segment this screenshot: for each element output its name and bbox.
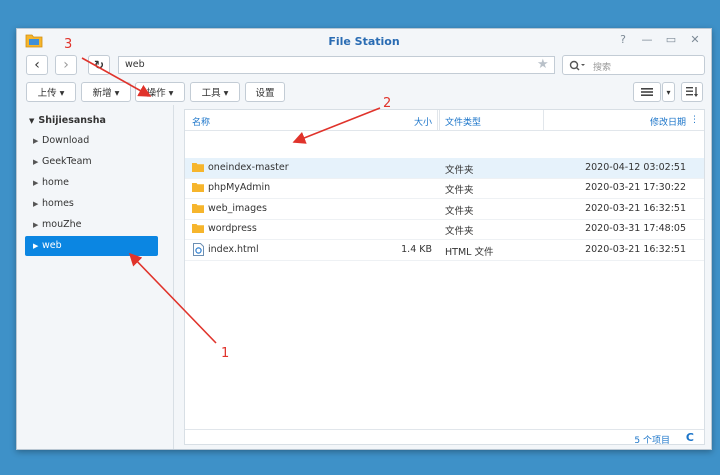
chevron-down-icon: ▾ (666, 87, 671, 97)
sidebar-item-mouzhe[interactable]: ▶ mouZhe (25, 215, 158, 235)
annotation-label-3: 3 (64, 37, 73, 52)
sidebar-item-homes[interactable]: ▶ homes (25, 194, 158, 214)
file-type: 文件夹 (445, 185, 474, 196)
folder-icon (192, 204, 204, 213)
action-button[interactable]: 操作 ▾ (135, 82, 185, 102)
file-name: phpMyAdmin (208, 182, 271, 193)
table-row[interactable]: web_images 文件夹 2020-03-21 16:32:51 (185, 199, 704, 220)
file-name: web_images (208, 203, 267, 214)
refresh-list-icon[interactable]: C (686, 431, 694, 444)
search-icon (569, 60, 585, 71)
file-name: oneindex-master (208, 162, 289, 173)
file-type: 文件夹 (445, 165, 474, 176)
column-header-name[interactable]: 名称 (192, 115, 210, 128)
file-type: 文件夹 (445, 206, 474, 217)
column-divider (439, 110, 440, 130)
refresh-button[interactable]: ↻ (88, 55, 110, 75)
sidebar-item-label: Download (42, 135, 90, 146)
maximize-icon[interactable]: ▭ (665, 34, 677, 46)
table-row[interactable]: oneindex-master 文件夹 2020-04-12 03:02:51 (185, 158, 704, 179)
column-header-size[interactable]: 大小 (414, 115, 432, 128)
file-name: wordpress (208, 223, 257, 234)
search-placeholder: 搜索 (593, 63, 612, 73)
window-title: File Station (328, 35, 400, 48)
sidebar-item-download[interactable]: ▶ Download (25, 131, 158, 151)
sort-button[interactable] (681, 82, 703, 102)
forward-button[interactable]: › (55, 55, 77, 75)
file-modified: 2020-03-31 17:48:05 (585, 223, 686, 234)
view-mode-dropdown[interactable]: ▾ (662, 82, 675, 102)
sidebar: ▼ Shijiesansha ▶ Download ▶ GeekTeam ▶ home … (17, 105, 174, 449)
annotation-label-1: 1 (221, 346, 230, 361)
minimize-icon[interactable]: — (641, 34, 653, 46)
caret-right-icon: ▶ (33, 242, 39, 250)
chevron-right-icon: › (63, 57, 69, 73)
caret-right-icon: ▶ (33, 200, 39, 208)
table-row[interactable]: wordpress 文件夹 2020-03-31 17:48:05 (185, 219, 704, 240)
caret-right-icon: ▶ (33, 137, 39, 145)
file-type: 文件夹 (445, 226, 474, 237)
file-modified: 2020-04-12 03:02:51 (585, 162, 686, 173)
sidebar-root[interactable]: ▼ Shijiesansha (29, 115, 106, 126)
item-count: 5 个项目 (634, 436, 670, 446)
folder-icon (192, 183, 204, 192)
window-controls: ? — ▭ ✕ (617, 34, 701, 46)
star-icon[interactable]: ★ (537, 56, 549, 74)
sidebar-item-home[interactable]: ▶ home (25, 173, 158, 193)
title-bar: File Station ? — ▭ ✕ (17, 29, 711, 53)
sidebar-item-label: homes (42, 198, 74, 209)
column-header-modified[interactable]: 修改日期 (650, 115, 686, 128)
tools-button[interactable]: 工具 ▾ (190, 82, 240, 102)
caret-right-icon: ▶ (33, 221, 39, 229)
refresh-icon: ↻ (93, 58, 105, 72)
list-view-icon (641, 88, 653, 96)
sidebar-item-label: home (42, 177, 69, 188)
caret-down-icon: ▼ (29, 117, 35, 125)
sidebar-root-label: Shijiesansha (38, 115, 106, 126)
upload-button[interactable]: 上传 ▾ (26, 82, 76, 102)
chevron-left-icon: ‹ (34, 57, 40, 73)
sort-icon (686, 87, 698, 97)
close-icon[interactable]: ✕ (689, 34, 701, 46)
address-bar[interactable]: web (118, 56, 555, 74)
search-box[interactable]: 搜索 (562, 55, 705, 75)
sidebar-item-label: GeekTeam (42, 156, 92, 167)
annotation-label-2: 2 (383, 96, 392, 111)
caret-right-icon: ▶ (33, 179, 39, 187)
file-modified: 2020-03-21 16:32:51 (585, 203, 686, 214)
file-type: HTML 文件 (445, 247, 494, 258)
sidebar-item-label: web (42, 240, 62, 251)
file-size: 1.4 KB (401, 244, 432, 255)
column-options-icon[interactable]: ⋮ (690, 115, 699, 125)
file-modified: 2020-03-21 16:32:51 (585, 244, 686, 255)
table-header: 名称 大小 文件类型 修改日期 ⋮ (185, 110, 704, 131)
folder-icon (192, 224, 204, 233)
back-button[interactable]: ‹ (26, 55, 48, 75)
file-name: index.html (208, 244, 259, 255)
view-mode-button[interactable] (633, 82, 661, 102)
file-modified: 2020-03-21 17:30:22 (585, 182, 686, 193)
column-divider (543, 110, 544, 130)
new-button[interactable]: 新增 ▾ (81, 82, 131, 102)
html-file-icon (193, 243, 204, 256)
sidebar-item-web[interactable]: ▶ web (25, 236, 158, 256)
status-bar: 5 个项目 C (185, 429, 704, 446)
caret-right-icon: ▶ (33, 158, 39, 166)
table-row[interactable]: index.html 1.4 KB HTML 文件 2020-03-21 16:… (185, 240, 704, 261)
column-divider (437, 110, 438, 130)
folder-icon (192, 163, 204, 172)
help-icon[interactable]: ? (617, 34, 629, 46)
file-list: 名称 大小 文件类型 修改日期 ⋮ oneindex-master 文件夹 20… (184, 109, 705, 446)
file-station-window: File Station ? — ▭ ✕ ‹ › ↻ web ★ 搜索 上传 ▾… (16, 28, 712, 450)
sidebar-item-geekteam[interactable]: ▶ GeekTeam (25, 152, 158, 172)
sidebar-item-label: mouZhe (42, 219, 82, 230)
column-header-type[interactable]: 文件类型 (445, 115, 481, 128)
settings-button[interactable]: 设置 (245, 82, 285, 102)
table-row[interactable]: phpMyAdmin 文件夹 2020-03-21 17:30:22 (185, 178, 704, 199)
